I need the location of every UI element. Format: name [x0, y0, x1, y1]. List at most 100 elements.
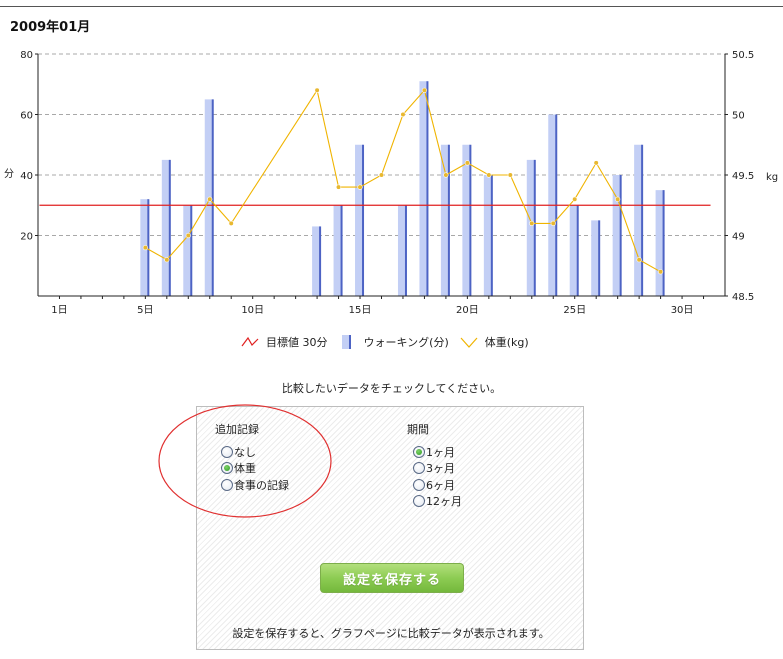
radio-label: 12ヶ月	[426, 495, 462, 508]
y-left-tick-label: 20	[20, 232, 33, 243]
walking-bar	[462, 144, 471, 296]
legend-label-target: 目標値 30分	[266, 336, 328, 349]
top-divider	[0, 6, 783, 7]
combo-chart: 1日 5日 10日 15日 20日 25日 30日 20 40 60 80 48.5 49 49.5 50 5…	[4, 50, 778, 316]
walking-bar	[483, 175, 492, 296]
walking-bar-edge	[404, 205, 407, 296]
radio-period-12m[interactable]: 12ヶ月	[413, 493, 462, 509]
walking-bar	[440, 144, 449, 296]
weight-point	[185, 232, 191, 239]
legend-item-walking: ウォーキング(分)	[338, 334, 449, 350]
weight-point	[507, 172, 513, 178]
y-right-tick-label: 48.5	[732, 292, 754, 303]
walking-bar	[591, 220, 600, 296]
weight-point	[228, 220, 234, 226]
walking-bar-edge	[662, 190, 665, 296]
weight-point	[636, 257, 642, 263]
legend-label-walking: ウォーキング(分)	[363, 336, 449, 349]
radio-extra-meal-record[interactable]: 食事の記録	[221, 477, 289, 493]
x-tick-label: 25日	[563, 305, 586, 316]
weight-point	[378, 172, 385, 178]
walking-bar-edge	[576, 205, 579, 296]
walking-bar-edge	[340, 205, 343, 296]
radio-extra-weight[interactable]: 体重	[221, 460, 256, 476]
y-right-tick-label: 49	[732, 232, 745, 243]
weight-point	[443, 172, 449, 178]
x-tick-label: 5日	[137, 305, 153, 316]
radio-label: 1ヶ月	[426, 446, 455, 459]
weight-point	[550, 220, 556, 226]
legend-item-target: 目標値 30分	[240, 334, 328, 350]
walking-bar-edge	[319, 226, 322, 296]
weight-point	[486, 172, 492, 178]
radio-extra-none[interactable]: なし	[221, 444, 256, 460]
instruction-text: 比較したいデータをチェックしてください。	[281, 382, 502, 395]
radio-button-icon[interactable]	[413, 446, 425, 458]
weight-point	[421, 87, 428, 93]
page-title: 2009年01月	[10, 20, 91, 35]
radio-button-icon[interactable]	[221, 479, 233, 491]
x-tick-label: 30日	[671, 305, 694, 316]
weight-point	[142, 245, 148, 251]
walking-bar	[161, 159, 170, 296]
settings-panel: 追加記録 なし 体重 食事の記録 期間 1ヶ月 3ヶ月 6ヶ月 12ヶ月 設定を…	[196, 406, 584, 650]
radio-period-1m[interactable]: 1ヶ月	[413, 444, 455, 460]
walking-bar-edge	[362, 144, 365, 296]
walking-bar	[333, 205, 342, 296]
walking-bar	[419, 81, 428, 296]
walking-bar-edge	[168, 159, 171, 296]
y-left-axis-label: 分	[4, 168, 14, 180]
walking-bar	[183, 205, 192, 296]
x-tick-label: 20日	[456, 305, 479, 316]
legend-item-weight: 体重(kg)	[459, 334, 529, 350]
radio-label: 体重	[234, 462, 256, 475]
radio-period-3m[interactable]: 3ヶ月	[413, 460, 455, 476]
radio-label: なし	[234, 446, 256, 459]
radio-button-icon[interactable]	[221, 462, 233, 474]
save-settings-button[interactable]: 設定を保存する	[320, 563, 464, 593]
y-left-tick-label: 60	[20, 111, 33, 122]
y-right-tick-label: 50	[732, 111, 745, 122]
walking-bar-edge	[490, 175, 493, 296]
x-tick-label: 15日	[349, 305, 372, 316]
y-right-axis-label: kg	[766, 172, 778, 183]
weight-point	[207, 196, 213, 202]
line-legend-icon	[460, 337, 478, 348]
radio-label: 6ヶ月	[426, 479, 455, 492]
weight-point	[529, 220, 535, 226]
weight-point	[357, 184, 363, 190]
weight-point	[657, 269, 664, 275]
x-tick-label: 1日	[51, 305, 67, 316]
bar-legend-icon	[341, 335, 351, 349]
walking-bar-edge	[211, 99, 214, 296]
radio-button-icon[interactable]	[413, 495, 425, 507]
walking-bar	[526, 159, 535, 296]
radio-button-icon[interactable]	[413, 462, 425, 474]
chart-legend: 目標値 30分 ウォーキング(分) 体重(kg)	[240, 333, 539, 351]
axes: 1日 5日 10日 15日 20日 25日 30日 20 40 60 80 48.5 49 49.5 50 5…	[20, 50, 754, 316]
y-right-tick-label: 49.5	[732, 171, 754, 182]
walking-bar-edge	[469, 144, 472, 296]
walking-bar	[397, 205, 406, 296]
weight-point	[164, 257, 170, 263]
line-legend-icon	[241, 336, 259, 347]
walking-bar-edge	[598, 220, 601, 296]
weight-point	[593, 160, 599, 166]
save-footnote: 設定を保存すると、グラフページに比較データが表示されます。	[232, 627, 550, 640]
walking-bar-edge	[641, 144, 644, 296]
period-title: 期間	[407, 423, 429, 436]
walking-bar-edge	[447, 144, 450, 296]
weight-point	[314, 87, 320, 93]
radio-period-6m[interactable]: 6ヶ月	[413, 477, 455, 493]
y-right-tick-label: 50.5	[732, 50, 754, 61]
walking-bar	[569, 205, 578, 296]
extra-record-title: 追加記録	[215, 423, 259, 436]
radio-label: 食事の記録	[234, 479, 289, 492]
radio-button-icon[interactable]	[413, 479, 425, 491]
legend-label-weight: 体重(kg)	[484, 336, 529, 349]
weight-point	[615, 196, 621, 202]
radio-button-icon[interactable]	[221, 446, 233, 458]
weight-point	[335, 184, 342, 190]
walking-bar	[355, 144, 364, 296]
radio-label: 3ヶ月	[426, 462, 455, 475]
